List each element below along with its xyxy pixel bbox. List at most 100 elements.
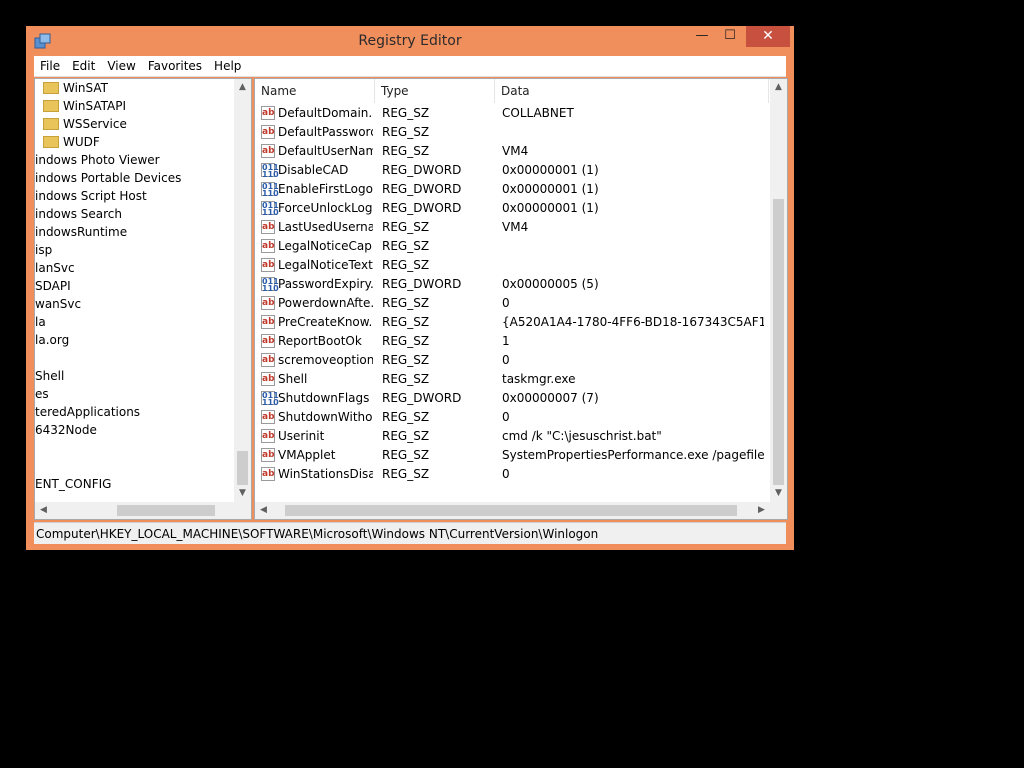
value-name: ReportBootOk xyxy=(278,334,362,348)
string-value-icon: ab xyxy=(261,353,275,367)
value-data: 0x00000001 (1) xyxy=(502,201,599,215)
value-row[interactable]: abDefaultUserName REG_SZ VM4 xyxy=(255,142,767,161)
values-hscroll-thumb[interactable] xyxy=(285,505,737,516)
tree-item-label: teredApplications xyxy=(35,405,141,419)
tree-item[interactable]: indowsRuntime xyxy=(35,223,127,241)
value-row[interactable]: ab VMApplet REG_SZ SystemPropertiesPerforma… xyxy=(255,446,767,465)
tree-vertical-scrollbar[interactable]: ▲ ▼ xyxy=(234,79,251,502)
menu-help[interactable]: Help xyxy=(208,56,247,76)
binary-value-icon: 011 110 xyxy=(261,201,279,217)
scroll-down-arrow-icon[interactable]: ▼ xyxy=(770,485,787,502)
tree-item[interactable]: la.org xyxy=(35,331,69,349)
tree-item-label: ENT_CONFIG xyxy=(35,477,112,491)
value-type: REG_DWORD xyxy=(382,277,462,291)
value-name: WinStationsDisa... xyxy=(278,467,373,481)
maximize-button[interactable]: ☐ xyxy=(716,26,744,47)
values-horizontal-scrollbar[interactable]: ◀ ▶ xyxy=(255,502,770,519)
tree-item-label: WinSATAPI xyxy=(63,99,127,113)
string-value-icon: ab xyxy=(261,106,275,120)
scroll-up-arrow-icon[interactable]: ▲ xyxy=(234,79,251,96)
tree-item[interactable]: 6432Node xyxy=(35,421,97,439)
value-data: SystemPropertiesPerformance.exe /pagefil… xyxy=(502,448,764,462)
value-row[interactable]: abLastUsedUserna... REG_SZ VM4 xyxy=(255,218,767,237)
tree-item[interactable]: lanSvc xyxy=(35,259,75,277)
value-row[interactable]: abWinStationsDisa... REG_SZ 0 xyxy=(255,465,767,484)
menu-favorites[interactable]: Favorites xyxy=(142,56,208,76)
value-row[interactable]: 011 110EnableFirstLogo... REG_DWORD 0x0000… xyxy=(255,180,767,199)
tree-hscroll-thumb[interactable] xyxy=(117,505,215,516)
string-value-icon: ab xyxy=(261,429,275,443)
values-list-pane[interactable]: Name Type Data ab DefaultDomain... REG_SZ C… xyxy=(254,78,788,520)
tree-item[interactable]: WinSAT xyxy=(43,79,108,97)
value-type: REG_SZ xyxy=(382,239,430,253)
value-data: 0 xyxy=(502,467,510,481)
minimize-button[interactable]: — xyxy=(688,26,716,47)
tree-item[interactable]: Shell xyxy=(35,367,64,385)
value-row[interactable]: ab DefaultDomain... REG_SZ COLLABNET xyxy=(255,104,767,123)
value-row[interactable]: ab LegalNoticeText REG_SZ xyxy=(255,256,767,275)
tree-item[interactable]: teredApplications xyxy=(35,403,140,421)
tree-item[interactable]: es xyxy=(35,385,49,403)
tree-item[interactable]: indows Photo Viewer xyxy=(35,151,160,169)
column-header-data[interactable]: Data xyxy=(495,79,769,103)
value-name: PowerdownAfte... xyxy=(278,296,373,310)
string-value-icon: ab xyxy=(261,258,275,272)
tree-item[interactable]: WUDF xyxy=(43,133,100,151)
tree-item[interactable]: la xyxy=(35,313,46,331)
scroll-right-arrow-icon[interactable]: ▶ xyxy=(753,502,770,519)
tree-item-label: indows Script Host xyxy=(35,189,147,203)
tree-item[interactable]: WSService xyxy=(43,115,127,133)
column-header-name[interactable]: Name xyxy=(255,79,375,103)
value-data: 0 xyxy=(502,410,510,424)
value-row[interactable]: ab LegalNoticeCap... REG_SZ xyxy=(255,237,767,256)
key-tree-pane[interactable]: WinSAT WinSATAPI WSService WUDF indows Photo… xyxy=(34,78,252,520)
value-type: REG_SZ xyxy=(382,220,430,234)
value-name: DefaultDomain... xyxy=(278,106,373,120)
tree-item[interactable]: indows Portable Devices xyxy=(35,169,181,187)
value-row[interactable]: 011 110 PasswordExpiry... REG_DWORD 0x00000… xyxy=(255,275,767,294)
value-row[interactable]: ab DefaultPassword REG_SZ xyxy=(255,123,767,142)
tree-item-label: es xyxy=(35,387,49,401)
scroll-up-arrow-icon[interactable]: ▲ xyxy=(770,79,787,96)
value-row[interactable]: 011 110 ShutdownFlags REG_DWORD 0x00000007 … xyxy=(255,389,767,408)
close-button[interactable]: ✕ xyxy=(746,26,790,47)
tree-item[interactable]: wanSvc xyxy=(35,295,81,313)
value-row[interactable]: ab ReportBootOk REG_SZ 1 xyxy=(255,332,767,351)
value-data: VM4 xyxy=(502,220,529,234)
binary-value-icon: 011 110 xyxy=(261,182,279,198)
tree-item-label: la xyxy=(35,315,46,329)
scroll-left-arrow-icon[interactable]: ◀ xyxy=(35,502,52,519)
registry-editor-window: Registry Editor — ☐ ✕ File Edit View Favori… xyxy=(26,26,794,550)
scroll-left-arrow-icon[interactable]: ◀ xyxy=(255,502,272,519)
tree-vscroll-thumb[interactable] xyxy=(237,451,248,485)
tree-item[interactable]: indows Search xyxy=(35,205,122,223)
tree-item[interactable]: isp xyxy=(35,241,52,259)
tree-item[interactable]: indows Script Host xyxy=(35,187,147,205)
value-row[interactable]: 011 110ForceUnlockLog... REG_DWORD 0x00000… xyxy=(255,199,767,218)
tree-item[interactable]: ENT_CONFIG xyxy=(35,475,111,493)
tree-item-label: indowsRuntime xyxy=(35,225,128,239)
column-header-type[interactable]: Type xyxy=(375,79,495,103)
title-bar[interactable]: Registry Editor — ☐ ✕ xyxy=(26,26,794,56)
string-value-icon: ab xyxy=(261,144,275,158)
value-row[interactable]: abShutdownWitho... REG_SZ 0 xyxy=(255,408,767,427)
scroll-down-arrow-icon[interactable]: ▼ xyxy=(234,485,251,502)
tree-horizontal-scrollbar[interactable]: ◀ xyxy=(35,502,234,519)
value-row[interactable]: ab Userinit REG_SZ cmd /k "C:\jesuschrist.b… xyxy=(255,427,767,446)
values-vscroll-thumb[interactable] xyxy=(773,199,784,485)
menu-file[interactable]: File xyxy=(34,56,66,76)
value-name: PreCreateKnow... xyxy=(278,315,373,329)
value-row[interactable]: ab PowerdownAfte... REG_SZ 0 xyxy=(255,294,767,313)
value-type: REG_SZ xyxy=(382,448,430,462)
tree-item[interactable]: WinSATAPI xyxy=(43,97,126,115)
tree-item-label: la.org xyxy=(35,333,70,347)
value-row[interactable]: 011 110 DisableCAD REG_DWORD 0x00000001 (1) xyxy=(255,161,767,180)
values-vertical-scrollbar[interactable]: ▲ ▼ xyxy=(770,79,787,502)
string-value-icon: ab xyxy=(261,448,275,462)
value-row[interactable]: ab scremoveoption REG_SZ 0 xyxy=(255,351,767,370)
tree-item[interactable]: SDAPI xyxy=(35,277,71,295)
menu-view[interactable]: View xyxy=(101,56,141,76)
menu-edit[interactable]: Edit xyxy=(66,56,101,76)
value-row[interactable]: ab PreCreateKnow... REG_SZ {A520A1A4-1780-4… xyxy=(255,313,767,332)
value-row[interactable]: ab Shell REG_SZ taskmgr.exe xyxy=(255,370,767,389)
